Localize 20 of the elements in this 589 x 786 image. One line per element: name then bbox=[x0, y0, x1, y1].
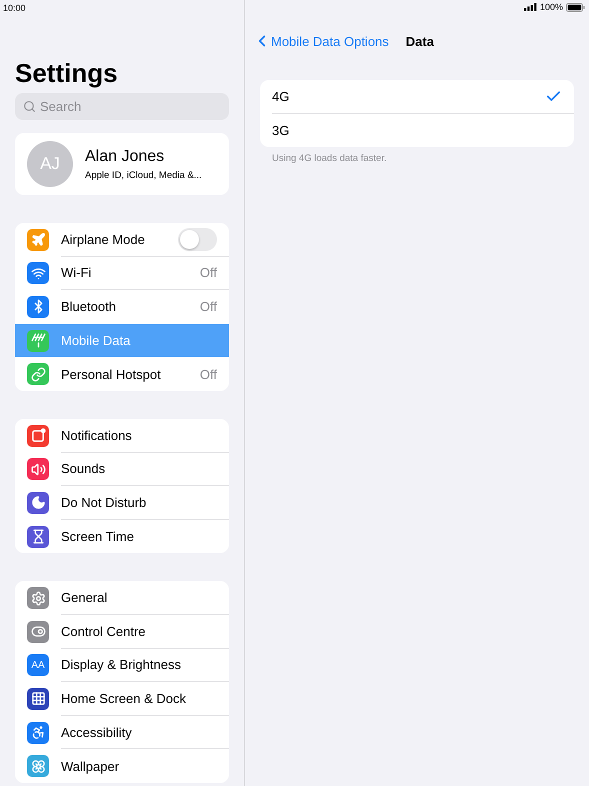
row-value: Off bbox=[200, 366, 217, 382]
toggle-switch[interactable] bbox=[178, 228, 217, 251]
profile-card[interactable]: AJ Alan Jones Apple ID, iCloud, Media &... bbox=[15, 133, 229, 195]
row-value: Off bbox=[200, 265, 217, 280]
battery-icon bbox=[566, 2, 585, 12]
profile-subtitle: Apple ID, iCloud, Media &... bbox=[85, 170, 202, 180]
avatar: AJ bbox=[27, 141, 73, 187]
option-row[interactable]: 3G bbox=[272, 114, 574, 147]
footer-note: Using 4G loads data faster. bbox=[272, 153, 388, 164]
option-row[interactable]: 4G bbox=[272, 80, 574, 114]
text-icon: AA bbox=[27, 654, 49, 676]
search-icon bbox=[23, 100, 36, 113]
back-link[interactable]: Mobile Data Options bbox=[253, 32, 389, 50]
status-time: 10:00 bbox=[3, 2, 26, 14]
row-value: Off bbox=[200, 299, 217, 314]
signal-icon bbox=[524, 3, 537, 11]
battery-percent: 100% bbox=[540, 2, 563, 12]
profile-name: Alan Jones bbox=[85, 148, 166, 166]
page-title: Data bbox=[406, 34, 434, 48]
settings-title: Settings bbox=[15, 58, 119, 88]
